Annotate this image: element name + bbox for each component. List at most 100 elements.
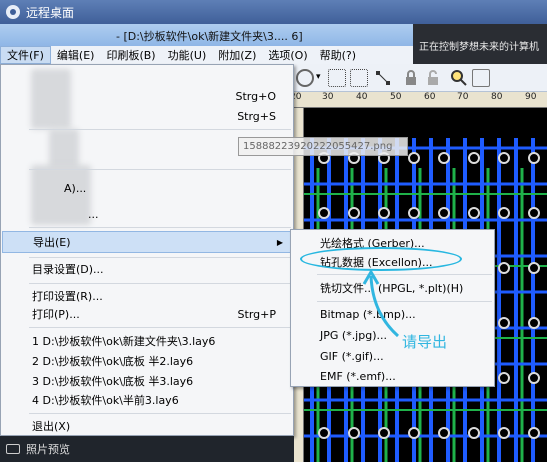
menu-bar: 文件(F) 编辑(E) 印刷板(B) 功能(U) 附加(Z) 选项(O) 帮助(…	[0, 46, 413, 64]
directory-settings-label: 目录设置(D)...	[32, 263, 104, 276]
pcb-via	[498, 207, 510, 219]
app-title: - [D:\抄板软件\ok\新建文件夹\3.... 6]	[116, 30, 303, 43]
file-menu-partial-item[interactable]: A)...	[2, 177, 292, 199]
menu-separator	[29, 169, 291, 170]
menu-extras[interactable]: 附加(Z)	[212, 47, 262, 63]
shortcut-print: Strg+P	[237, 307, 276, 321]
ruler-tick: 40	[356, 92, 368, 102]
pcb-via	[528, 372, 540, 384]
file-menu-exit[interactable]: 退出(X)	[2, 415, 292, 437]
export-emf[interactable]: EMF (*.emf)...	[292, 366, 493, 387]
pcb-via	[318, 427, 330, 439]
menu-help[interactable]: 帮助(?)	[314, 47, 362, 63]
menu-separator	[29, 129, 291, 130]
file-menu-blank-item[interactable]: ...	[2, 203, 292, 225]
recent-file-label: 3 D:\抄板软件\ok\底板 半3.lay6	[32, 375, 194, 388]
ruler-tick: 70	[457, 92, 469, 102]
pcb-via	[348, 207, 360, 219]
shortcut-save: Strg+S	[237, 109, 276, 123]
menu-function[interactable]: 功能(U)	[162, 47, 213, 63]
pcb-via	[408, 427, 420, 439]
file-menu-save[interactable]: Strg+S	[2, 105, 292, 127]
pcb-via	[438, 427, 450, 439]
export-label: 导出(E)	[33, 236, 71, 249]
pcb-via	[378, 207, 390, 219]
menu-options[interactable]: 选项(O)	[262, 47, 313, 63]
pcb-via	[378, 427, 390, 439]
menu-file[interactable]: 文件(F)	[0, 46, 51, 64]
pcb-via	[498, 427, 510, 439]
submenu-arrow-icon: ▶	[276, 237, 283, 247]
remote-desktop-title: 远程桌面	[26, 5, 75, 20]
menu-separator	[317, 274, 492, 275]
rotate-icon[interactable]	[296, 69, 314, 87]
recent-file-4[interactable]: 4 D:\抄板软件\ok\半前3.lay6	[2, 389, 292, 411]
pcb-via	[528, 317, 540, 329]
annotation-text: 请导出	[402, 333, 448, 351]
export-gif-label: GIF (*.gif)...	[320, 350, 384, 363]
recent-file-label: 1 D:\抄板软件\ok\新建文件夹\3.lay6	[32, 335, 216, 348]
horizontal-ruler: 20 30 40 50 60 70 80 90	[290, 92, 547, 108]
file-menu-print[interactable]: 打印(P)... Strg+P	[2, 303, 292, 325]
recent-file-label: 2 D:\抄板软件\ok\底板 半2.lay6	[32, 355, 194, 368]
export-jpg[interactable]: JPG (*.jpg)...	[292, 325, 493, 346]
pcb-via	[498, 372, 510, 384]
ruler-tick: 50	[390, 92, 402, 102]
menu-separator	[29, 283, 291, 284]
shortcut-open: Strg+O	[235, 89, 276, 103]
remote-desktop-icon	[6, 5, 20, 19]
menu-separator	[29, 227, 291, 228]
pcb-via	[528, 207, 540, 219]
unlock-icon[interactable]	[424, 69, 442, 87]
pcb-via	[468, 152, 480, 164]
pcb-via	[318, 207, 330, 219]
print-settings-label: 打印设置(R)...	[32, 290, 103, 303]
ruler-tick: 90	[525, 92, 537, 102]
toolbar: ▾	[294, 64, 547, 92]
menu-separator	[317, 301, 492, 302]
align-icon[interactable]	[374, 69, 392, 87]
pcb-via	[528, 262, 540, 274]
file-menu: Strg+O Strg+S A)... ... 导出(E) ▶ 目录设置(D).…	[0, 64, 294, 436]
pcb-via	[528, 427, 540, 439]
select-area-icon-2[interactable]	[350, 69, 368, 87]
pcb-via	[468, 207, 480, 219]
menu-edit[interactable]: 编辑(E)	[51, 47, 101, 63]
ruler-tick: 80	[491, 92, 503, 102]
camera-icon	[6, 444, 20, 454]
menu-separator	[29, 413, 291, 414]
print-label: 打印(P)...	[32, 308, 80, 321]
export-bitmap[interactable]: Bitmap (*.bmp)...	[292, 304, 493, 325]
recent-file-2[interactable]: 2 D:\抄板软件\ok\底板 半2.lay6	[2, 350, 292, 372]
export-bitmap-label: Bitmap (*.bmp)...	[320, 308, 416, 321]
exit-label: 退出(X)	[32, 420, 71, 433]
pcb-via	[438, 207, 450, 219]
export-hpgl-label: 铣切文件... (HPGL, *.plt)(H)	[320, 281, 464, 295]
pcb-via	[498, 317, 510, 329]
ruler-tick: 60	[424, 92, 436, 102]
menu-board[interactable]: 印刷板(B)	[100, 47, 161, 63]
pcb-via	[438, 152, 450, 164]
menu-separator	[29, 327, 291, 328]
recent-file-1[interactable]: 1 D:\抄板软件\ok\新建文件夹\3.lay6	[2, 330, 292, 352]
export-hpgl[interactable]: 铣切文件... (HPGL, *.plt)(H)	[292, 277, 493, 298]
pcb-via	[408, 152, 420, 164]
lock-icon[interactable]	[402, 69, 420, 87]
pcb-via	[408, 207, 420, 219]
recent-file-label: 4 D:\抄板软件\ok\半前3.lay6	[32, 394, 179, 407]
select-area-icon[interactable]	[328, 69, 346, 87]
remote-desktop-titlebar: 远程桌面	[0, 0, 547, 24]
export-gif[interactable]: GIF (*.gif)...	[292, 346, 493, 367]
highlight-ellipse	[300, 247, 462, 271]
zoom-icon[interactable]	[450, 69, 468, 87]
status-bar: 照片预览	[0, 436, 294, 462]
photo-preview-label[interactable]: 照片预览	[26, 441, 70, 457]
file-menu-directory-settings[interactable]: 目录设置(D)...	[2, 258, 292, 280]
file-menu-export[interactable]: 导出(E) ▶	[2, 231, 292, 253]
export-emf-label: EMF (*.emf)...	[320, 370, 396, 383]
pcb-via	[498, 262, 510, 274]
partial-label: A)...	[64, 181, 87, 195]
view-icon[interactable]	[472, 69, 490, 87]
file-menu-open[interactable]: Strg+O	[2, 85, 292, 107]
remote-control-banner: 正在控制梦想未来的计算机	[413, 24, 547, 64]
